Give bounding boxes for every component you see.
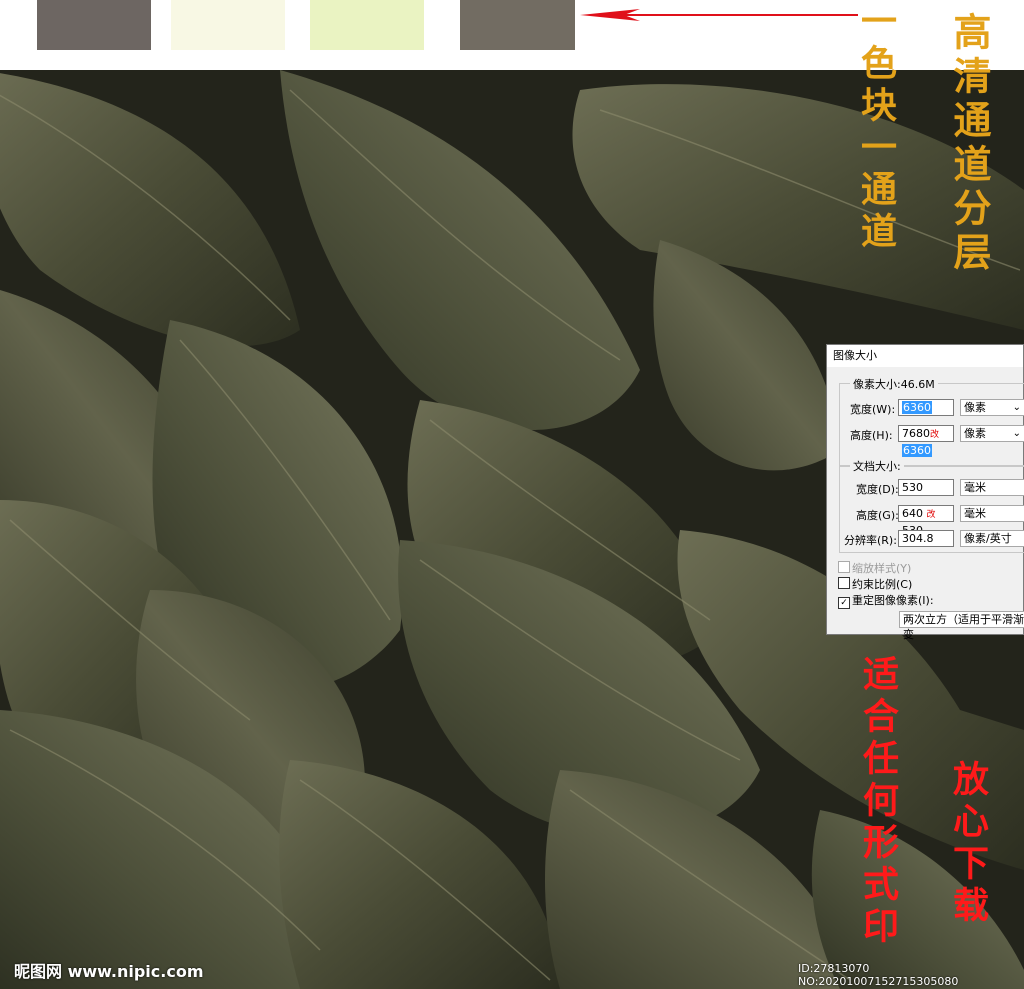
- chevron-down-icon: ⌄: [1012, 428, 1021, 439]
- document-size-group: 文档大小: 宽度(D): 530 毫米 高度(G): 640 改 530 毫米 …: [839, 458, 1024, 553]
- width-unit: 像素: [964, 401, 986, 414]
- color-swatch-2: [171, 0, 285, 50]
- height-old-value: 7680: [902, 427, 930, 440]
- document-size-label: 文档大小:: [850, 458, 904, 474]
- dialog-title: 图像大小: [827, 345, 1023, 367]
- scale-styles-checkbox[interactable]: 缩放样式(Y): [838, 560, 911, 576]
- height-value: 6360: [902, 444, 932, 457]
- doc-width-label: 宽度(D):: [856, 483, 899, 496]
- color-swatch-4: [460, 0, 575, 50]
- checkbox-icon: [838, 561, 850, 573]
- constrain-proportions-checkbox[interactable]: 约束比例(C): [838, 576, 912, 592]
- resample-checkbox[interactable]: ✓ 重定图像像素(I):: [838, 592, 934, 609]
- height-unit-select[interactable]: 像素 ⌄: [960, 425, 1024, 442]
- promo-download-text: 放心下载: [947, 760, 989, 928]
- width-input[interactable]: 6360: [898, 399, 954, 416]
- resolution-unit-select[interactable]: 像素/英寸: [960, 530, 1024, 547]
- edit-mark-icon: 改: [930, 430, 940, 440]
- checkbox-icon: [838, 577, 850, 589]
- doc-width-unit-select[interactable]: 毫米: [960, 479, 1024, 496]
- image-id-tag: ID:27813070 NO:20201007152715305080: [798, 962, 959, 988]
- doc-height-input[interactable]: 640 改 530: [898, 505, 954, 537]
- width-value: 6360: [902, 401, 932, 414]
- height-unit: 像素: [964, 427, 986, 440]
- promo-any-print-text: 适合任何形式印: [857, 655, 899, 949]
- edit-mark-icon: 改: [926, 510, 936, 520]
- width-label: 宽度(W):: [850, 403, 896, 416]
- height-label: 高度(H):: [850, 429, 893, 442]
- width-unit-select[interactable]: 像素 ⌄: [960, 399, 1024, 416]
- doc-width-input[interactable]: 530: [898, 479, 954, 496]
- pixel-dimensions-group: 像素大小:46.6M 宽度(W): 6360 像素 ⌄ 高度(H): 7680改…: [839, 376, 1024, 467]
- resolution-label: 分辨率(R):: [844, 534, 897, 547]
- doc-height-unit: 毫米: [964, 507, 986, 520]
- resolution-value: 304.8: [902, 532, 934, 545]
- image-size-dialog: 图像大小 像素大小:46.6M 宽度(W): 6360 像素 ⌄ 高度(H): …: [826, 344, 1024, 641]
- red-arrow-icon: [580, 9, 858, 21]
- scale-styles-label: 缩放样式(Y): [852, 562, 912, 575]
- color-swatch-1: [37, 0, 151, 50]
- checkmark-icon: ✓: [838, 597, 850, 609]
- color-swatch-3: [310, 0, 424, 50]
- promo-one-color-channel-text: 一色块一通道: [855, 2, 897, 254]
- pixel-dimensions-label: 像素大小:46.6M: [850, 376, 938, 392]
- doc-width-unit: 毫米: [964, 481, 986, 494]
- resample-label: 重定图像像素(I):: [852, 594, 934, 607]
- doc-height-label: 高度(G):: [856, 509, 899, 522]
- doc-height-old-value: 640: [902, 507, 923, 520]
- resolution-input[interactable]: 304.8: [898, 530, 954, 547]
- resolution-unit: 像素/英寸: [964, 532, 1012, 545]
- constrain-label: 约束比例(C): [852, 578, 913, 591]
- doc-height-unit-select[interactable]: 毫米: [960, 505, 1024, 522]
- doc-width-value: 530: [902, 481, 923, 494]
- resample-method-select[interactable]: 两次立方（适用于平滑渐变: [899, 611, 1024, 641]
- chevron-down-icon: ⌄: [1012, 402, 1021, 413]
- site-watermark: 昵图网 www.nipic.com: [14, 962, 204, 981]
- height-input[interactable]: 7680改 6360: [898, 425, 954, 457]
- promo-hd-channels-text: 高清通道分层: [947, 12, 992, 276]
